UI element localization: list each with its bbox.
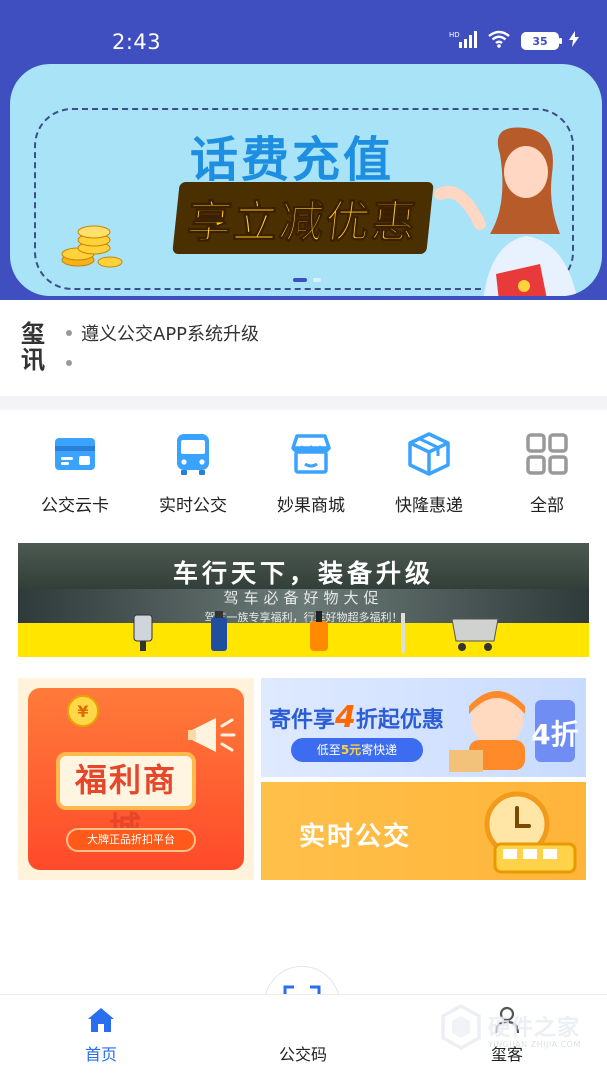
clock-bus-illustration-icon [484, 791, 577, 874]
grid-label: 快隆惠递 [395, 496, 463, 516]
welfare-mall-tagline: 大牌正品折扣平台 [66, 828, 196, 852]
woman-illustration-icon [434, 127, 577, 296]
function-grid: 公交云卡 实时公交 妙果商城 快隆惠递 全部 [0, 430, 607, 526]
grid-icon [526, 433, 568, 475]
promo-subtitle: 驾车必备好物大促 [223, 589, 384, 607]
bus-icon [177, 434, 209, 475]
news-item[interactable]: 遵义公交APP系统升级 [66, 318, 259, 348]
watermark-url: YINGJIAN ZHIJIA.COM [488, 1040, 581, 1049]
coins-icon [61, 225, 123, 268]
nav-home-label: 首页 [84, 1045, 117, 1064]
status-time: 2:43 [112, 30, 162, 54]
welfare-mall-title: 福利商城 [56, 752, 196, 847]
express-discount-title: 寄件享4折起优惠 [269, 700, 444, 735]
status-bar: 2:43 HD 35 [0, 0, 607, 58]
grid-item-realtime-bus[interactable]: 实时公交 [136, 430, 250, 526]
grid-item-all[interactable]: 全部 [490, 430, 604, 526]
welfare-mall-card[interactable]: ¥ 福利商城 大牌正品折扣平台 [18, 678, 254, 880]
grid-label: 全部 [530, 496, 564, 516]
nav-bus-code[interactable]: 公交码 [243, 995, 363, 1080]
express-discount-pill: 低至5元寄快递 [291, 738, 423, 762]
signal-icon: HD [449, 30, 477, 52]
grid-item-express[interactable]: 快隆惠递 [372, 430, 486, 526]
svg-text:4折: 4折 [531, 718, 578, 751]
grid-item-bus-card[interactable]: 公交云卡 [18, 430, 132, 526]
promo-banner-carousel[interactable]: 话费充值 享立减优惠 [0, 58, 607, 300]
megaphone-icon [188, 718, 236, 752]
trolley-icon [451, 618, 499, 651]
banner-card[interactable]: 话费充值 享立减优惠 [10, 64, 602, 296]
courier-illustration-icon: 4折 [449, 691, 579, 772]
watermark-text: 硬件之家 [488, 1016, 581, 1041]
grid-label: 公交云卡 [41, 496, 109, 516]
news-logo: 玺 讯 [21, 320, 45, 374]
grid-label: 妙果商城 [277, 496, 345, 516]
express-discount-card[interactable]: 寄件享4折起优惠 低至5元寄快递 4折 [261, 678, 586, 777]
phone-holder-icon [133, 614, 153, 651]
realtime-bus-card[interactable]: 实时公交 [261, 782, 586, 880]
news-list: 遵义公交APP系统升级 [66, 318, 259, 378]
spray-can-icon [211, 611, 227, 651]
home-icon [88, 1008, 114, 1032]
grid-label: 实时公交 [159, 496, 227, 516]
nav-home[interactable]: 首页 [41, 995, 161, 1080]
oil-bottle-icon [310, 611, 328, 651]
news-ticker[interactable]: 玺 讯 遵义公交APP系统升级 [0, 300, 607, 396]
pen-icon [401, 613, 405, 653]
section-divider [0, 396, 607, 410]
promo-title: 车行天下，装备升级 [172, 559, 434, 588]
banner-subtitle: 享立减优惠 [172, 182, 434, 254]
news-item[interactable] [66, 348, 259, 378]
svg-text:HD: HD [449, 31, 460, 39]
site-watermark: 硬件之家 YINGJIAN ZHIJIA.COM [440, 1003, 600, 1060]
svg-text:¥: ¥ [77, 702, 88, 721]
nav-bus-code-label: 公交码 [278, 1045, 327, 1064]
wifi-icon [487, 30, 511, 52]
car-promo-banner[interactable]: 车行天下，装备升级 驾车必备好物大促 驾车一族专享福利，行车好物超多福利！ [18, 543, 589, 657]
banner-title: 话费充值 [190, 132, 395, 188]
grid-item-shop[interactable]: 妙果商城 [254, 430, 368, 526]
hexagon-logo-icon [441, 1003, 481, 1051]
charging-icon [569, 31, 579, 51]
status-icons: HD 35 [449, 30, 579, 52]
carousel-dots [293, 278, 321, 282]
battery-icon: 35 [521, 32, 562, 50]
package-icon [408, 432, 450, 476]
shop-icon [291, 434, 331, 474]
realtime-bus-card-title: 实时公交 [299, 822, 412, 852]
promo-caption: 驾车一族专享福利，行车好物超多福利！ [204, 611, 403, 624]
bus-card-icon [55, 438, 95, 470]
coin-icon: ¥ [67, 695, 99, 727]
